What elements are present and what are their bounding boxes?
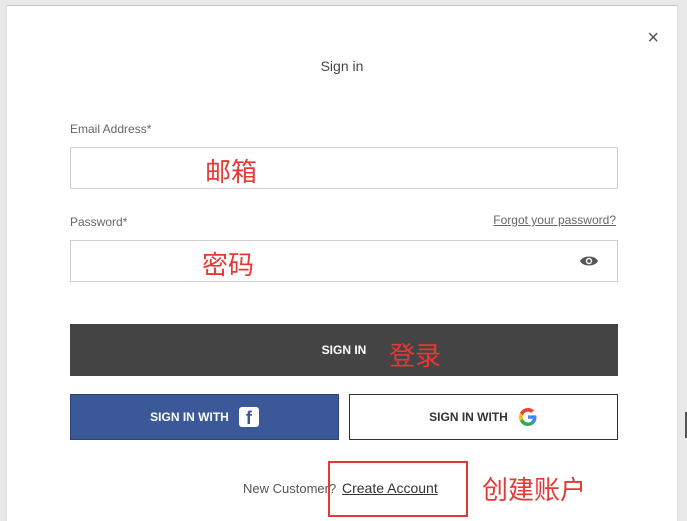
facebook-button-label: SIGN IN WITH xyxy=(150,410,229,424)
sign-in-dialog: × Sign in Email Address* 邮箱 Password* Fo… xyxy=(6,5,678,521)
password-label: Password* xyxy=(70,215,128,229)
sign-in-annotation: 登录 xyxy=(389,342,442,372)
eye-icon[interactable] xyxy=(579,253,599,269)
email-annotation: 邮箱 xyxy=(205,158,258,188)
sign-in-button[interactable]: SIGN IN xyxy=(70,324,618,376)
sign-in-button-label: SIGN IN xyxy=(321,343,367,357)
email-field[interactable] xyxy=(70,147,618,189)
facebook-icon: f xyxy=(238,407,259,428)
create-account-highlight xyxy=(328,461,468,517)
close-icon[interactable]: × xyxy=(647,28,659,48)
create-account-annotation: 创建账户 xyxy=(482,476,587,506)
forgot-password-link[interactable]: Forgot your password? xyxy=(493,213,616,227)
google-button-label: SIGN IN WITH xyxy=(429,410,508,424)
facebook-sign-in-button[interactable]: SIGN IN WITH f xyxy=(70,394,339,440)
new-customer-text: New Customer? xyxy=(243,481,337,496)
google-sign-in-button[interactable]: SIGN IN WITH xyxy=(349,394,618,440)
email-label: Email Address* xyxy=(70,122,152,136)
password-annotation: 密码 xyxy=(202,251,255,281)
password-field[interactable] xyxy=(70,240,618,282)
dialog-title: Sign in xyxy=(320,58,364,74)
google-icon xyxy=(518,408,537,426)
